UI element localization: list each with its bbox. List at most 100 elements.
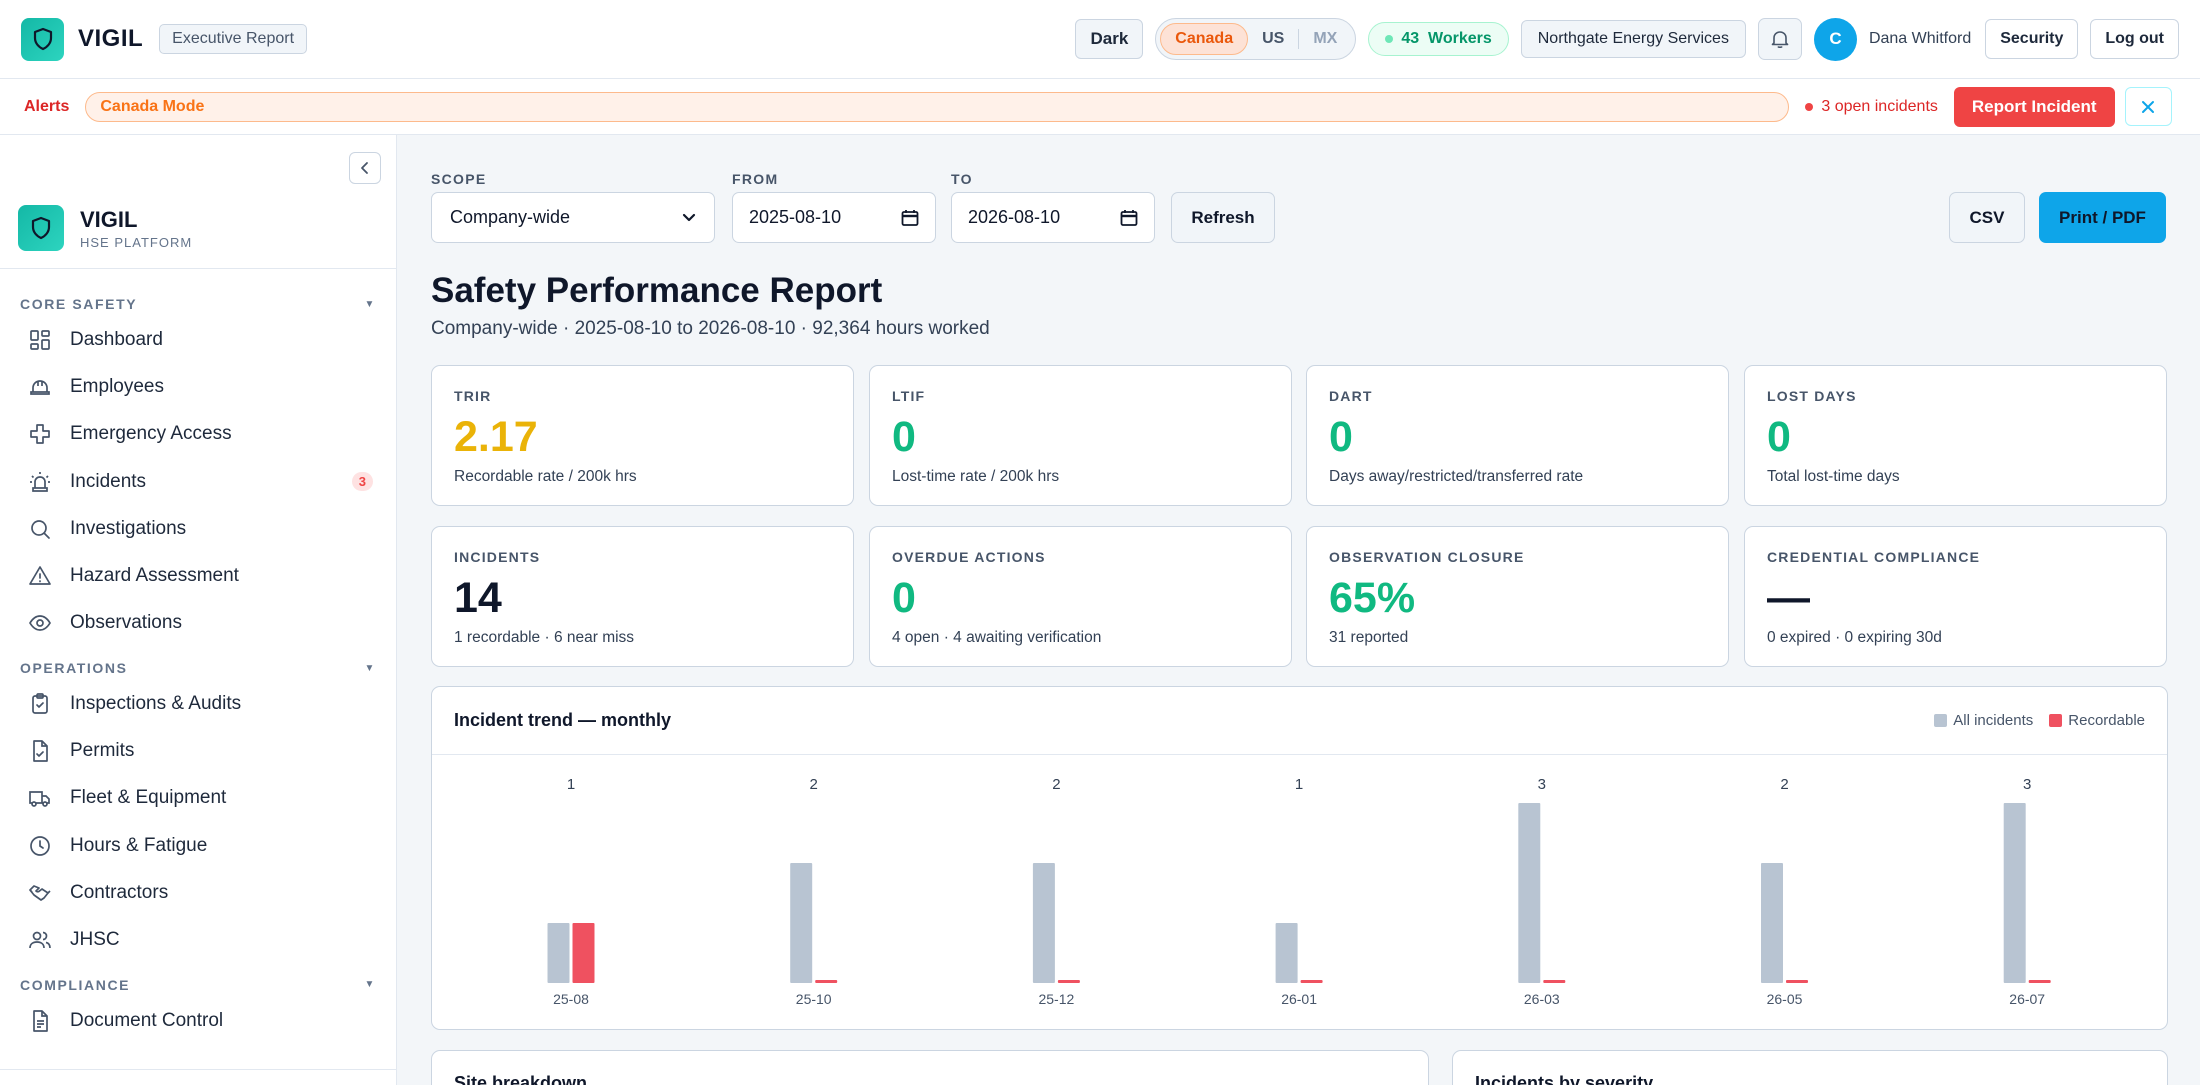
from-date-input[interactable]: 2025-08-10 xyxy=(732,192,936,243)
sidebar-bottom-divider xyxy=(0,1069,396,1070)
sidebar-item-label: Fleet & Equipment xyxy=(70,787,227,809)
sidebar-item-employees[interactable]: Employees xyxy=(0,363,396,410)
bar-value-label: 2 xyxy=(810,776,818,793)
section-core-safety[interactable]: CORE SAFETY ▼ xyxy=(0,292,396,316)
to-date-value: 2026-08-10 xyxy=(968,207,1061,227)
caret-down-icon: ▼ xyxy=(364,298,376,310)
report-incident-button[interactable]: Report Incident xyxy=(1953,86,2115,127)
users-icon xyxy=(29,931,51,949)
bar-recordable xyxy=(1300,980,1323,983)
kpi-description: 4 open · 4 awaiting verification xyxy=(892,629,1102,646)
sidebar-brand: VIGIL HSE PLATFORM xyxy=(18,205,192,251)
sidebar-item-label: Observations xyxy=(70,612,182,634)
bar-all-incidents xyxy=(1518,803,1541,983)
sidebar-item-label: JHSC xyxy=(70,929,120,951)
sidebar-item-hazard-assessment[interactable]: Hazard Assessment xyxy=(0,552,396,599)
bar-recordable xyxy=(815,980,838,983)
region-canada[interactable]: Canada xyxy=(1160,23,1249,55)
calendar-icon[interactable] xyxy=(901,209,919,227)
warning-icon xyxy=(29,566,51,585)
security-button[interactable]: Security xyxy=(1985,19,2079,59)
x-tick-label: 25-12 xyxy=(1038,991,1074,1007)
kpi-label: INCIDENTS xyxy=(454,549,541,565)
close-icon xyxy=(2142,100,2155,113)
kpi-label: DART xyxy=(1329,388,1373,404)
sidebar-divider xyxy=(0,268,396,269)
refresh-button[interactable]: Refresh xyxy=(1171,192,1275,243)
sidebar-item-jhsc[interactable]: JHSC xyxy=(0,917,396,964)
report-subtitle: Company-wide · 2025-08-10 to 2026-08-10 … xyxy=(431,318,990,339)
sidebar-item-label: Inspections & Audits xyxy=(70,692,242,714)
kpi-label: TRIR xyxy=(454,388,492,404)
print-pdf-button[interactable]: Print / PDF xyxy=(2039,192,2166,243)
sidebar-item-hours-fatigue[interactable]: Hours & Fatigue xyxy=(0,822,396,869)
section-operations[interactable]: OPERATIONS ▼ xyxy=(0,656,396,680)
sidebar-item-label: Permits xyxy=(70,740,135,762)
page-title: Safety Performance Report xyxy=(431,271,883,310)
company-selector[interactable]: Northgate Energy Services xyxy=(1520,20,1746,58)
file-check-icon xyxy=(33,740,48,762)
handshake-icon xyxy=(29,885,51,901)
scope-select[interactable]: Company-wide xyxy=(431,192,715,243)
card-title: Site breakdown xyxy=(454,1073,588,1085)
bar-all-incidents xyxy=(1032,863,1055,983)
bar-all-incidents xyxy=(790,863,813,983)
close-alert-button[interactable] xyxy=(2124,87,2172,126)
sidebar-item-label: Employees xyxy=(70,375,164,397)
sidebar: VIGIL HSE PLATFORM CORE SAFETY ▼ Dashboa… xyxy=(0,135,397,1085)
caret-down-icon: ▼ xyxy=(364,662,376,674)
sidebar-brand-subtitle: HSE PLATFORM xyxy=(80,234,193,250)
alerts-label: Alerts xyxy=(24,97,70,115)
top-bar: VIGIL Executive Report Dark Canada US MX… xyxy=(0,0,2200,79)
calendar-icon[interactable] xyxy=(1120,209,1138,227)
open-incidents-indicator[interactable]: 3 open incidents xyxy=(1805,98,1938,116)
avatar[interactable]: C xyxy=(1813,17,1857,61)
bar-recordable xyxy=(572,923,595,983)
to-date-input[interactable]: 2026-08-10 xyxy=(951,192,1155,243)
sidebar-item-fleet[interactable]: Fleet & Equipment xyxy=(0,775,396,822)
card-title: Incidents by severity xyxy=(1475,1073,1654,1085)
caret-down-icon: ▼ xyxy=(364,979,376,991)
sidebar-item-observations[interactable]: Observations xyxy=(0,600,396,647)
theme-toggle-button[interactable]: Dark xyxy=(1075,19,1144,59)
dashboard-icon xyxy=(30,329,50,350)
region-us[interactable]: US xyxy=(1248,24,1298,54)
sidebar-item-contractors[interactable]: Contractors xyxy=(0,869,396,916)
workers-badge[interactable]: 43 Workers xyxy=(1368,22,1509,56)
kpi-label: LTIF xyxy=(892,388,926,404)
sidebar-item-label: Hazard Assessment xyxy=(70,565,239,587)
bar-all-incidents xyxy=(1275,923,1298,983)
alert-bar: Alerts Canada Mode 3 open incidents Repo… xyxy=(0,79,2200,135)
report-tag: Executive Report xyxy=(159,24,308,54)
bar-all-incidents xyxy=(2003,803,2026,983)
chevron-down-icon xyxy=(682,213,696,221)
sidebar-item-permits[interactable]: Permits xyxy=(0,727,396,774)
sidebar-item-investigations[interactable]: Investigations xyxy=(0,505,396,552)
sidebar-item-incidents[interactable]: Incidents 3 xyxy=(0,458,396,505)
kpi-value: 65% xyxy=(1329,574,1416,622)
clipboard-check-icon xyxy=(32,692,48,714)
sidebar-item-inspections[interactable]: Inspections & Audits xyxy=(0,680,396,727)
collapse-sidebar-button[interactable] xyxy=(349,152,381,184)
legend-swatch xyxy=(1934,714,1948,727)
x-tick-label: 26-07 xyxy=(2009,991,2045,1007)
main-content: SCOPE Company-wide FROM 2025-08-10 TO 20… xyxy=(397,135,2200,1085)
notifications-button[interactable] xyxy=(1757,18,1802,60)
bar-recordable xyxy=(1786,980,1808,983)
kpi-label: LOST DAYS xyxy=(1767,388,1857,404)
medical-cross-icon xyxy=(30,424,50,445)
section-compliance[interactable]: COMPLIANCE ▼ xyxy=(0,973,396,997)
kpi-value: 0 xyxy=(892,413,916,461)
sidebar-item-document-control[interactable]: Document Control xyxy=(0,997,396,1044)
hardhat-icon xyxy=(30,380,50,395)
kpi-description: Recordable rate / 200k hrs xyxy=(454,468,637,485)
section-title: COMPLIANCE xyxy=(20,976,131,993)
sidebar-item-emergency-access[interactable]: Emergency Access xyxy=(0,411,396,458)
csv-export-button[interactable]: CSV xyxy=(1949,192,2025,243)
region-mx[interactable]: MX xyxy=(1299,24,1351,54)
x-tick-label: 26-01 xyxy=(1281,991,1317,1007)
sidebar-item-label: Investigations xyxy=(70,517,187,539)
sidebar-item-dashboard[interactable]: Dashboard xyxy=(0,316,396,363)
bar-value-label: 3 xyxy=(1538,776,1546,793)
logout-button[interactable]: Log out xyxy=(2090,19,2179,59)
